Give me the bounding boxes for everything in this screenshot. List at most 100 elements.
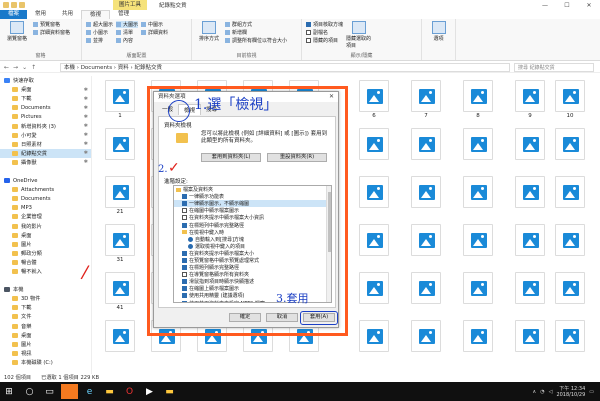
preview-pane-button[interactable]: 預覽窗格	[33, 21, 70, 28]
tree-item[interactable]: 在檢視中鍵入時	[174, 229, 331, 236]
tab-view[interactable]: 檢視	[81, 10, 111, 19]
tree-item[interactable]: 自動輸入到[搜尋]方塊	[174, 236, 331, 243]
layout-details[interactable]: 詳細資料	[141, 29, 168, 36]
image-file[interactable]	[461, 224, 495, 264]
sidebar-item[interactable]: 視訊	[0, 349, 91, 358]
layout-content[interactable]: 內容	[116, 37, 138, 44]
sidebar-item[interactable]: 下載	[0, 303, 91, 312]
tree-item[interactable]: 在縮圖中顯示檔案圖示	[174, 207, 331, 214]
maximize-button[interactable]: ☐	[556, 2, 578, 9]
task-view-icon[interactable]: ▭	[41, 384, 58, 399]
sidebar-item[interactable]: Pictures ✱	[0, 112, 91, 121]
tab-file[interactable]: 檔案	[0, 10, 28, 19]
sidebar-item[interactable]: 本機	[0, 285, 91, 294]
tree-item[interactable]: 在資料夾提示中顯示檔案大小資訊	[174, 214, 331, 221]
sidebar-item[interactable]: 音樂	[0, 322, 91, 331]
sidebar-item[interactable]: 新增資料夾 (3) ✱	[0, 121, 91, 130]
sidebar-item[interactable]: 下載 ✱	[0, 94, 91, 103]
image-file[interactable]: 21	[103, 176, 137, 216]
image-file[interactable]: 1	[103, 80, 137, 120]
checkbox[interactable]	[182, 194, 187, 200]
file-extensions-toggle[interactable]: 副檔名	[306, 29, 343, 36]
sidebar-item[interactable]: 圖片	[0, 340, 91, 349]
tree-item[interactable]: 一律顯示圖示，不顯示縮圖	[174, 200, 331, 208]
close-button[interactable]: ✕	[578, 2, 600, 9]
details-pane-button[interactable]: 詳細資料窗格	[33, 29, 70, 36]
radio-button[interactable]	[188, 243, 193, 249]
up-icon[interactable]: ↑	[31, 64, 36, 71]
checkbox[interactable]	[182, 250, 187, 256]
volume-icon[interactable]: ◁	[549, 389, 553, 395]
layout-medium[interactable]: 中圖示	[141, 21, 168, 28]
picture-tools-context-tab[interactable]: 圖片工具	[113, 0, 148, 10]
forward-icon[interactable]: →	[13, 64, 18, 71]
network-icon[interactable]: ◔	[540, 389, 544, 395]
ok-button[interactable]: 確定	[229, 313, 261, 322]
checkbox[interactable]	[182, 272, 187, 278]
image-file[interactable]	[409, 176, 443, 216]
notification-icon[interactable]: ▭	[589, 389, 594, 395]
sidebar-item[interactable]: 圖片	[0, 240, 91, 249]
image-file[interactable]: 6	[357, 80, 391, 120]
image-file[interactable]: 31	[103, 224, 137, 264]
image-file[interactable]	[553, 320, 587, 360]
sidebar-item[interactable]: 快速存取	[0, 76, 91, 85]
adobe-app-icon[interactable]	[61, 384, 78, 399]
tab-share[interactable]: 共用	[54, 10, 81, 19]
scrollbar[interactable]	[326, 186, 331, 302]
clock[interactable]: 下午 12:34 2018/10/29	[556, 386, 585, 398]
sidebar-item[interactable]: 企業管理	[0, 212, 91, 221]
image-file[interactable]	[357, 272, 391, 312]
checkbox[interactable]	[182, 222, 187, 228]
layout-list[interactable]: 清單	[116, 29, 138, 36]
search-icon[interactable]: ○	[21, 384, 38, 399]
image-file[interactable]	[553, 176, 587, 216]
image-file[interactable]	[357, 176, 391, 216]
hidden-items-toggle[interactable]: 隱藏的項目	[306, 37, 343, 44]
sidebar-item[interactable]: 小可愛 ✱	[0, 131, 91, 140]
checkbox[interactable]	[182, 293, 187, 299]
breadcrumb[interactable]: 本機 › Documents › 資料 › 紀錄點交貨	[60, 62, 510, 72]
sidebar-item[interactable]: 3D 物件	[0, 294, 91, 303]
apply-to-folders-button[interactable]: 套用到資料夾(L)	[201, 153, 261, 162]
image-file[interactable]	[513, 128, 547, 168]
layout-extra-large[interactable]: 超大圖示	[86, 21, 113, 28]
recent-dropdown-icon[interactable]: ⌄	[22, 64, 27, 71]
sidebar-item[interactable]: 紀錄點交貨 ✱	[0, 148, 91, 158]
image-file[interactable]	[461, 320, 495, 360]
tree-item[interactable]: 在導覽窗格顯示所有資料夾	[174, 271, 331, 278]
dialog-close-button[interactable]: ✕	[329, 93, 334, 100]
tree-item[interactable]: 在預覽窗格中顯示預覽處理常式	[174, 257, 331, 264]
opera-icon[interactable]: O	[121, 384, 138, 399]
minimize-button[interactable]: —	[534, 2, 556, 9]
image-file[interactable]	[513, 272, 547, 312]
tree-item[interactable]: 在資料夾提示中顯示檔案大小	[174, 250, 331, 257]
tree-item[interactable]: 在標題列中顯示完整路徑	[174, 221, 331, 229]
reset-folders-button[interactable]: 重設資料夾(R)	[267, 153, 327, 162]
fit-columns-button[interactable]: 調整所有欄位以符合大小	[225, 37, 287, 44]
checkbox[interactable]	[182, 215, 187, 221]
checkbox[interactable]	[182, 300, 187, 302]
sidebar-item[interactable]: 文件	[0, 312, 91, 321]
quick-access-toolbar[interactable]	[0, 2, 25, 8]
tree-item[interactable]: 在標題列顯示完整路徑	[174, 264, 331, 271]
start-button[interactable]: ⊞	[0, 382, 18, 401]
image-file[interactable]	[103, 128, 137, 168]
tree-item[interactable]: 選取檢視中鍵入的項目	[174, 243, 331, 250]
image-file[interactable]	[357, 128, 391, 168]
image-file[interactable]	[409, 272, 443, 312]
media-icon[interactable]: ▶	[141, 384, 158, 399]
sidebar-item[interactable]: 本機磁碟 (C:)	[0, 358, 91, 367]
cancel-button[interactable]: 取消	[266, 313, 298, 322]
search-input[interactable]: 搜尋 紀錄點交貨	[514, 62, 594, 72]
checkbox[interactable]	[182, 279, 187, 285]
image-file[interactable]	[513, 224, 547, 264]
image-file[interactable]: 7	[409, 80, 443, 120]
sidebar-item[interactable]: Attachments	[0, 185, 91, 194]
image-file[interactable]	[553, 128, 587, 168]
add-columns-button[interactable]: 新增欄	[225, 29, 287, 36]
sidebar-item[interactable]: 暢合體	[0, 258, 91, 267]
image-file[interactable]: 41	[103, 272, 137, 312]
tray-up-icon[interactable]: ∧	[533, 389, 537, 395]
image-file[interactable]	[409, 128, 443, 168]
